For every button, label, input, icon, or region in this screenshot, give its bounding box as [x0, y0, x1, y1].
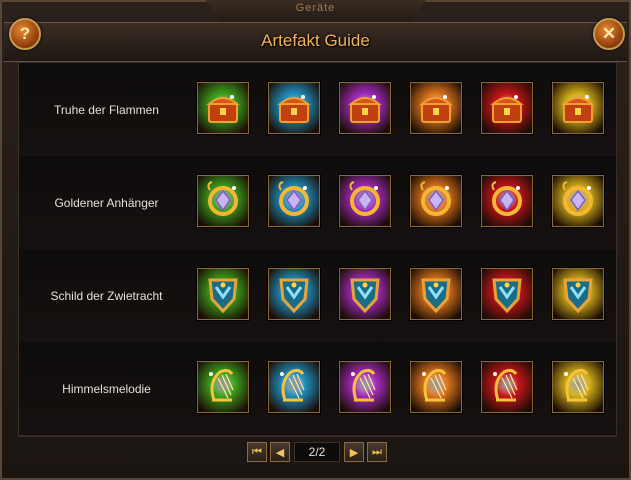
artifact-slot-gold[interactable]	[552, 268, 604, 320]
help-button[interactable]: ?	[9, 18, 41, 50]
artifact-row-schild: Schild der Zwietracht	[19, 249, 616, 343]
artifact-name: Himmelsmelodie	[62, 381, 151, 396]
window-title: Artefakt Guide	[261, 31, 370, 50]
shield-icon	[340, 269, 390, 319]
treasure-chest-icon	[198, 83, 248, 133]
first-page-icon: ⏮	[252, 445, 262, 458]
artifact-table: Truhe der Flammen Goldener Anhänger Schi…	[18, 62, 617, 437]
artifact-slot-blue[interactable]	[268, 268, 320, 320]
artifact-slot-green[interactable]	[197, 82, 249, 134]
shield-icon	[553, 269, 603, 319]
last-page-icon: ⏭	[372, 445, 382, 458]
page-indicator: 2/2	[294, 442, 340, 462]
artifact-row-himmelsmelodie: Himmelsmelodie	[19, 342, 616, 436]
artifact-slot-orange[interactable]	[410, 361, 462, 413]
amulet-icon	[482, 176, 532, 226]
close-button[interactable]: ✕	[593, 18, 625, 50]
first-page-button[interactable]: ⏮	[247, 442, 267, 462]
artifact-slot-red[interactable]	[481, 361, 533, 413]
artifact-slot-gold[interactable]	[552, 175, 604, 227]
shield-icon	[411, 269, 461, 319]
next-page-button[interactable]: ▶	[344, 442, 364, 462]
artifact-slot-red[interactable]	[481, 82, 533, 134]
amulet-icon	[553, 176, 603, 226]
harp-icon	[340, 362, 390, 412]
treasure-chest-icon	[553, 83, 603, 133]
close-icon: ✕	[601, 24, 617, 43]
artifact-name: Schild der Zwietracht	[50, 288, 163, 303]
treasure-chest-icon	[269, 83, 319, 133]
treasure-chest-icon	[340, 83, 390, 133]
treasure-chest-icon	[482, 83, 532, 133]
harp-icon	[482, 362, 532, 412]
prev-page-icon: ◀	[275, 446, 285, 459]
artifact-slot-blue[interactable]	[268, 82, 320, 134]
prev-page-button[interactable]: ◀	[270, 442, 290, 462]
artifact-name: Goldener Anhänger	[54, 195, 159, 210]
artifact-slot-purple[interactable]	[339, 268, 391, 320]
artifact-name: Truhe der Flammen	[54, 102, 159, 117]
shield-icon	[269, 269, 319, 319]
harp-icon	[411, 362, 461, 412]
artifact-slot-gold[interactable]	[552, 361, 604, 413]
artifact-slot-blue[interactable]	[268, 175, 320, 227]
amulet-icon	[269, 176, 319, 226]
artifact-slot-green[interactable]	[197, 175, 249, 227]
artifact-slot-green[interactable]	[197, 268, 249, 320]
treasure-chest-icon	[411, 83, 461, 133]
top-ornament-label: Geräte	[295, 2, 336, 14]
help-icon: ?	[19, 24, 31, 43]
artifact-slot-purple[interactable]	[339, 175, 391, 227]
last-page-button[interactable]: ⏭	[367, 442, 387, 462]
artifact-row-anhaenger: Goldener Anhänger	[19, 156, 616, 250]
artifact-slot-green[interactable]	[197, 361, 249, 413]
amulet-icon	[198, 176, 248, 226]
amulet-icon	[340, 176, 390, 226]
window-header: Artefakt Guide	[4, 22, 627, 62]
artifact-slot-orange[interactable]	[410, 82, 462, 134]
artifact-slot-gold[interactable]	[552, 82, 604, 134]
harp-icon	[198, 362, 248, 412]
harp-icon	[269, 362, 319, 412]
artifact-slot-red[interactable]	[481, 175, 533, 227]
artifact-slot-orange[interactable]	[410, 268, 462, 320]
artifact-row-truhe: Truhe der Flammen	[19, 63, 616, 157]
shield-icon	[198, 269, 248, 319]
artifact-slot-purple[interactable]	[339, 82, 391, 134]
harp-icon	[553, 362, 603, 412]
next-page-icon: ▶	[349, 446, 359, 459]
shield-icon	[482, 269, 532, 319]
top-ornament: Geräte	[205, 0, 426, 24]
artifact-slot-purple[interactable]	[339, 361, 391, 413]
amulet-icon	[411, 176, 461, 226]
artifact-slot-orange[interactable]	[410, 175, 462, 227]
artifact-slot-blue[interactable]	[268, 361, 320, 413]
pagination: ⏮ ◀ 2/2 ▶ ⏭	[0, 442, 631, 466]
artifact-slot-red[interactable]	[481, 268, 533, 320]
